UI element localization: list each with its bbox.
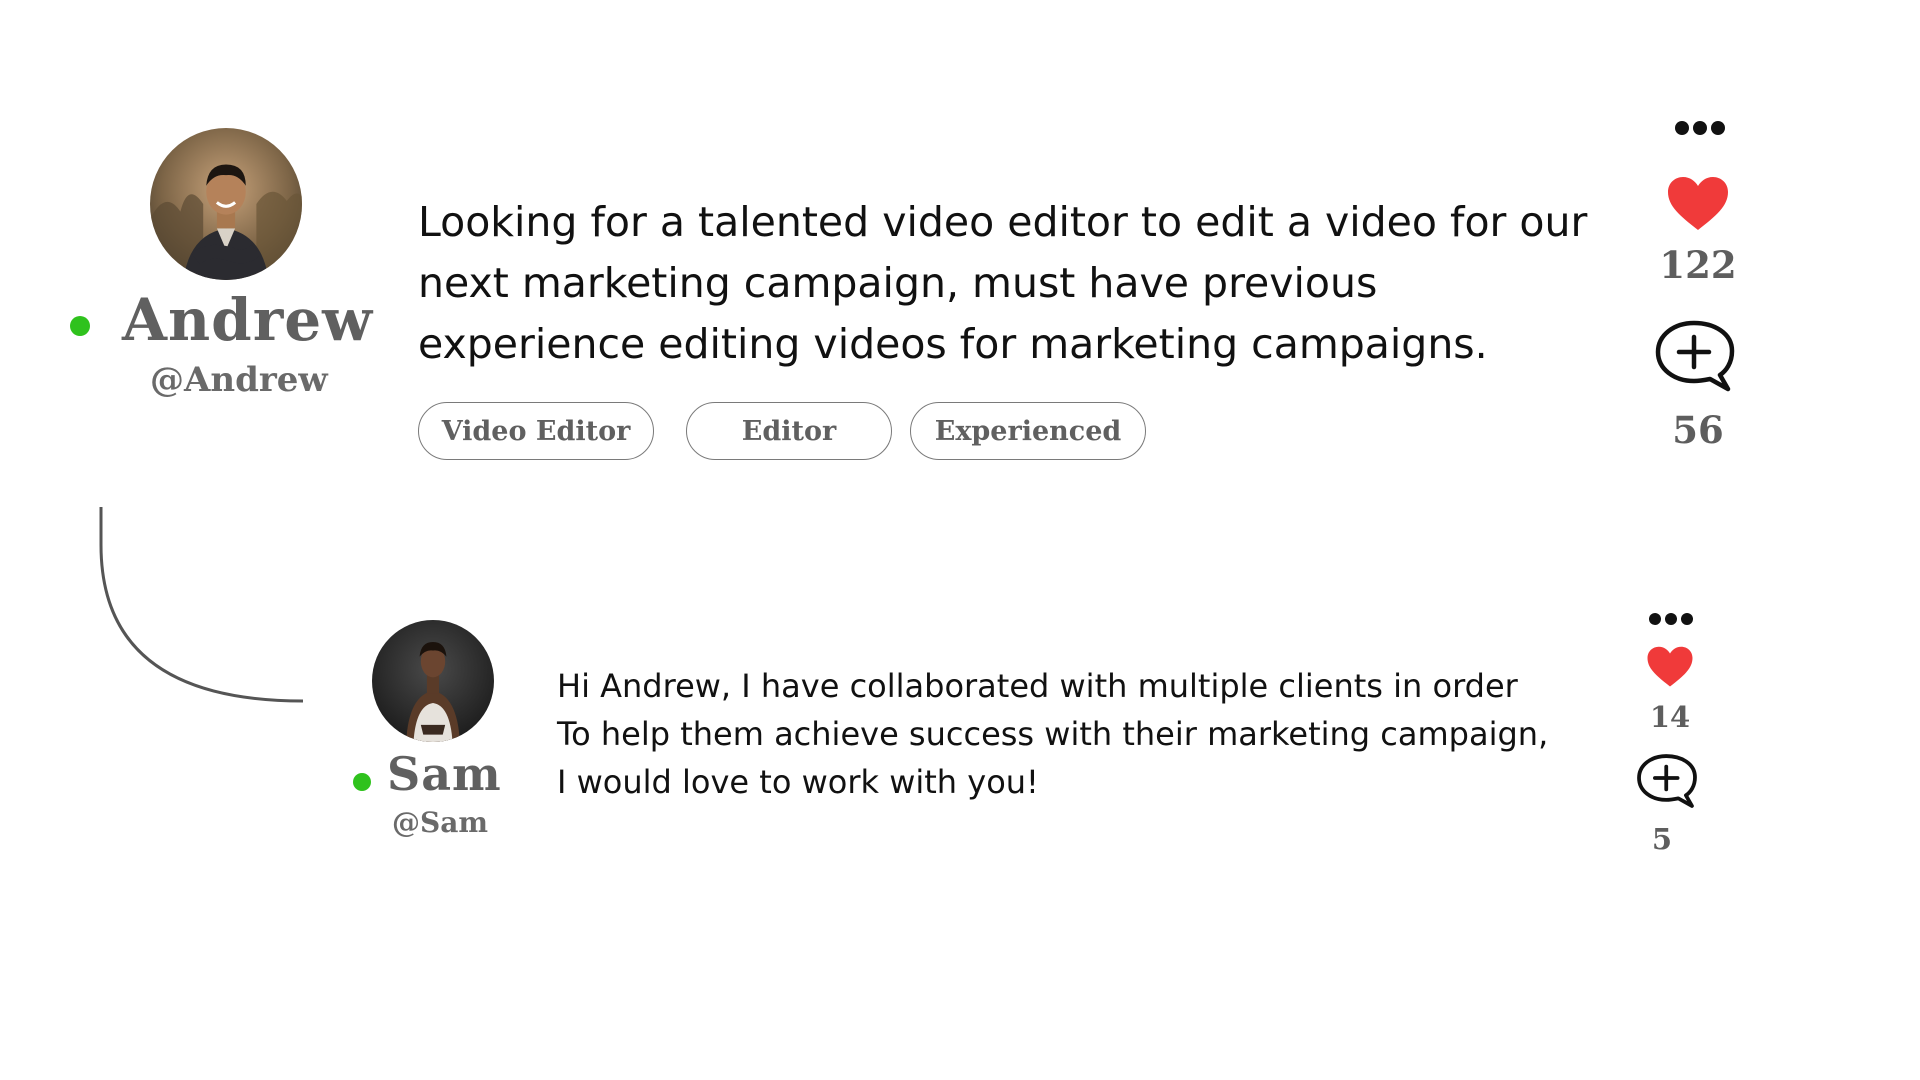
avatar-andrew-image [150,128,302,280]
like-button[interactable] [1660,172,1736,236]
avatar-sam[interactable] [372,620,494,742]
reply-author-handle[interactable]: @Sam [392,806,488,839]
reply-comment-button[interactable] [1634,752,1700,810]
post-body: Looking for a talented video editor to e… [418,192,1587,375]
heart-icon [1668,177,1728,230]
more-options-button[interactable] [1670,115,1730,141]
avatar-sam-image [372,620,494,742]
like-count: 122 [1659,243,1737,287]
tag-video-editor[interactable]: Video Editor [418,402,654,460]
comment-plus-icon [1655,320,1735,392]
reply-line: To help them achieve success with their … [557,715,1549,753]
reply-like-button[interactable] [1642,644,1698,690]
heart-icon [1647,646,1693,687]
post-line: next marketing campaign, must have previ… [418,259,1378,307]
more-dots-icon [1649,613,1693,625]
comment-button[interactable] [1652,318,1738,394]
reply-line: Hi Andrew, I have collaborated with mult… [557,667,1518,705]
reply-author-name[interactable]: Sam [387,747,502,801]
post-line: Looking for a talented video editor to e… [418,198,1588,246]
online-status-dot [70,316,90,336]
online-status-dot [353,773,371,791]
comment-count: 56 [1672,408,1724,452]
post-line: experience editing videos for marketing … [418,320,1488,368]
reply-comment-count: 5 [1651,822,1673,856]
reply-line: I would love to work with you! [557,763,1039,801]
author-name[interactable]: Andrew [122,286,373,354]
reply-more-options-button[interactable] [1645,608,1697,630]
tag-editor[interactable]: Editor [686,402,892,460]
tag-experienced[interactable]: Experienced [910,402,1146,460]
reply-body: Hi Andrew, I have collaborated with mult… [557,662,1548,806]
reply-like-count: 14 [1649,700,1691,734]
more-dots-icon [1675,121,1725,135]
comment-plus-icon [1637,754,1697,808]
avatar-andrew[interactable] [150,128,302,280]
author-handle[interactable]: @Andrew [150,360,328,400]
thread-connector-line [99,507,304,703]
